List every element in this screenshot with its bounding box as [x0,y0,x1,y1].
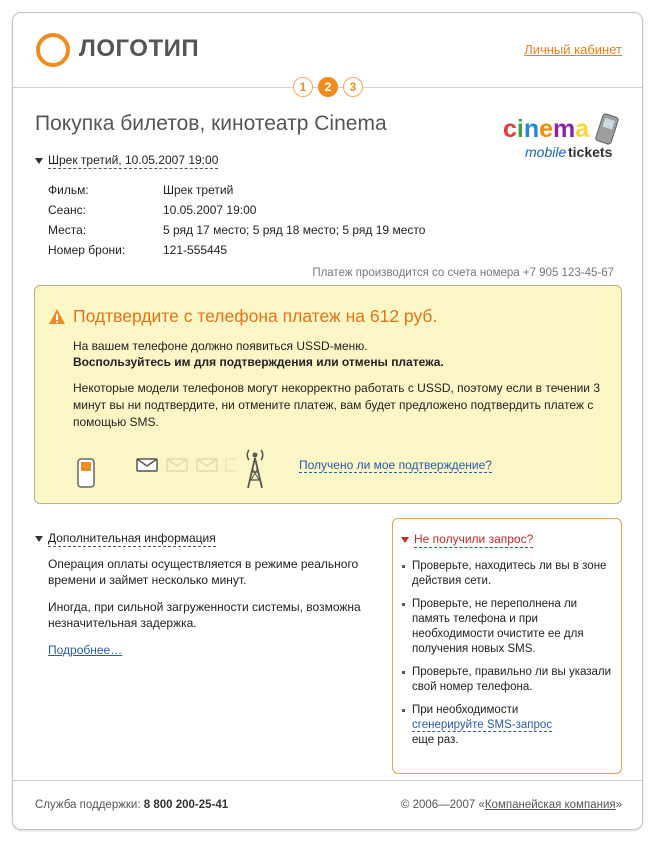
detail-key: Номер брони: [48,243,126,257]
detail-value: 5 ряд 17 место; 5 ряд 18 место; 5 ряд 19… [163,223,426,237]
brand-letter-n: n [524,115,539,143]
step-2-active: 2 [318,77,338,97]
request-not-received-toggle[interactable]: Не получили запрос? [401,532,534,548]
payment-account-note: Платеж производится со счета номера +7 9… [312,267,614,279]
ussd-line-2: Воспользуйтесь им для подтверждения или … [73,355,444,369]
envelope-faded-partial-icon [225,458,237,472]
envelope-faded-icon [196,458,218,472]
warning-icon [49,309,65,324]
brand-letter-c: c [503,115,517,143]
step-3: 3 [343,77,363,97]
personal-cabinet-link[interactable]: Личный кабинет [524,42,622,57]
request-not-received-box: Не получили запрос? Проверьте, находитес… [392,518,622,774]
confirm-panel: Подтвердите с телефона платеж на 612 руб… [34,285,622,504]
logo-ring-icon [36,33,70,67]
table-row: Номер брони: 121-555445 [48,240,425,260]
brand-letter-m: m [553,115,575,143]
table-row: Места: 5 ряд 17 место; 5 ряд 18 место; 5… [48,220,425,240]
table-row: Сеанс: 10.05.2007 19:00 [48,200,425,220]
ussd-instructions: На вашем телефоне должно появиться USSD-… [73,338,444,370]
antenna-tower-icon [246,449,264,489]
detail-key: Фильм: [48,183,89,197]
request-not-received-title: Не получили запрос? [414,532,534,548]
detail-value: 10.05.2007 19:00 [163,203,257,217]
support-info: Служба поддержки: 8 800 200-25-41 [35,799,228,811]
envelope-faded-icon [166,458,188,472]
support-label: Служба поддержки: [35,799,141,811]
order-details: Фильм: Шрек третий Сеанс: 10.05.2007 19:… [48,180,425,260]
table-row: Фильм: Шрек третий [48,180,425,200]
brand-letter-e: e [539,115,553,143]
ussd-warning-text: Некоторые модели телефонов могут некорре… [73,381,600,429]
additional-info-label: Дополнительная информация [48,531,216,547]
step-indicator: 1 2 3 [293,77,363,97]
list-item: Проверьте, не переполнена ли память теле… [401,597,613,657]
step-1: 1 [293,77,313,97]
additional-info-toggle[interactable]: Дополнительная информация [35,531,216,547]
last-item-suffix: еще раз. [412,734,459,746]
brand-tickets-word: tickets [568,144,613,160]
generate-sms-request-link[interactable]: сгенерируйте SMS-запрос [412,719,553,732]
support-phone: 8 800 200-25-41 [143,799,229,811]
confirm-title-text: Подтвердите с телефона платеж на 612 руб… [73,306,438,326]
detail-key: Сеанс: [48,203,86,217]
order-toggle-label: Шрек третий, 10.05.2007 19:00 [48,153,219,169]
envelope-icon [136,458,158,472]
company-link[interactable]: Компанейская компания [485,799,616,811]
detail-value: Шрек третий [163,183,234,197]
logo-text: ЛОГОТИП [79,35,200,62]
troubleshooting-list: Проверьте, находитесь ли вы в зоне дейст… [401,559,613,756]
phone-icon [77,458,95,488]
list-item: Проверьте, находитесь ли вы в зоне дейст… [401,559,613,589]
page-title: Покупка билетов, кинотеатр Cinema [35,112,387,135]
more-details-link[interactable]: Подробнее… [48,643,122,657]
confirmation-status-link[interactable]: Получено ли мое подтверждение? [299,458,492,473]
list-item: При необходимости сгенерируйте SMS-запро… [401,703,613,748]
additional-info-text-1: Операция оплаты осуществляется в режиме … [48,557,359,587]
ussd-line-1: На вашем телефоне должно появиться USSD-… [73,339,368,353]
brand-phone-icon [595,113,619,145]
brand-mobile-word: mobile [525,144,566,160]
copyright: © 2006—2007 «Компанейская компания» [401,799,622,811]
last-item-prefix: При необходимости [412,704,519,716]
additional-info-text-2: Иногда, при сильной загруженности систем… [48,600,361,630]
copyright-years: © 2006—2007 [400,799,476,811]
order-details-table: Фильм: Шрек третий Сеанс: 10.05.2007 19:… [48,180,425,260]
order-toggle[interactable]: Шрек третий, 10.05.2007 19:00 [35,153,219,169]
list-item: Проверьте, правильно ли вы указали свой … [401,665,613,695]
page-card: ЛОГОТИП Личный кабинет 1 2 3 Покупка бил… [12,12,643,830]
triangle-down-icon [35,536,43,542]
cinema-mobile-tickets-logo: cinema mobile tickets [503,113,619,160]
confirm-title: Подтвердите с телефона платеж на 612 руб… [48,306,437,327]
triangle-down-icon [35,158,43,164]
brand-cinema-word: cinema [503,115,590,143]
footer-divider [13,780,642,781]
detail-value: 121-555445 [163,243,228,257]
company-quote-close: » [615,799,622,811]
brand-letter-i: i [517,115,524,143]
brand-letter-a: a [575,115,590,143]
detail-key: Места: [48,223,87,237]
triangle-down-icon [401,537,409,543]
